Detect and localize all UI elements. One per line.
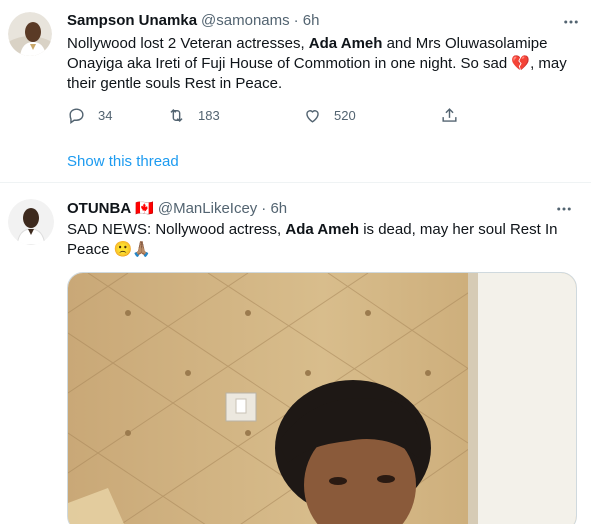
- tweet-text-bold: Ada Ameh: [285, 221, 360, 238]
- tweet-text-part: SAD NEWS: Nollywood actress,: [67, 221, 286, 238]
- retweet-count: 183: [198, 108, 220, 123]
- broken-heart-emoji: 💔: [511, 55, 531, 72]
- author-handle[interactable]: @ManLikeIcey: [158, 200, 257, 217]
- like-icon: [306, 110, 319, 123]
- tweet-text: SAD NEWS: Nollywood actress, Ada Ameh is…: [67, 220, 567, 260]
- reply-button[interactable]: 34: [67, 106, 167, 125]
- more-icon[interactable]: [554, 199, 574, 219]
- tweet-text-part: Nollywood lost 2 Veteran actresses,: [67, 35, 309, 52]
- like-button[interactable]: 520: [303, 106, 440, 125]
- more-icon[interactable]: [561, 12, 581, 32]
- author-name[interactable]: OTUNBA: [67, 200, 131, 217]
- photo-image: [68, 273, 576, 524]
- avatar[interactable]: [8, 12, 52, 56]
- author-handle[interactable]: @samonams: [201, 12, 290, 29]
- avatar-image: [8, 12, 52, 56]
- tweet-time[interactable]: · 6h: [294, 12, 320, 29]
- author-row: Sampson Unamka @samonams · 6h: [67, 12, 320, 29]
- sad-praying-emoji: 🙁🙏🏽: [113, 241, 152, 258]
- retweet-button[interactable]: 183: [167, 106, 303, 125]
- tweet-2[interactable]: OTUNBA 🇨🇦 @ManLikeIcey · 6h SAD NEWS: No…: [0, 183, 591, 524]
- tweet-photo[interactable]: [67, 272, 577, 524]
- like-count: 520: [334, 108, 356, 123]
- tweet-text-bold: Ada Ameh: [308, 35, 383, 52]
- reply-count: 34: [98, 108, 113, 123]
- share-button[interactable]: [440, 106, 459, 125]
- reply-icon: [69, 108, 84, 125]
- author-name[interactable]: Sampson Unamka: [67, 12, 197, 29]
- tweet-text: Nollywood lost 2 Veteran actresses, Ada …: [67, 34, 567, 94]
- show-thread-link[interactable]: Show this thread: [67, 153, 179, 170]
- tweet-time[interactable]: · 6h: [261, 200, 287, 217]
- tweet-actions: 34 183 520: [67, 106, 459, 125]
- avatar-image: [8, 199, 54, 245]
- author-row: OTUNBA 🇨🇦 @ManLikeIcey · 6h: [67, 199, 287, 218]
- canada-flag-emoji: 🇨🇦: [135, 200, 154, 217]
- share-icon: [442, 108, 457, 122]
- tweet-1[interactable]: Sampson Unamka @samonams · 6h Nollywood …: [0, 0, 591, 182]
- avatar[interactable]: [8, 199, 54, 245]
- retweet-icon: [170, 108, 183, 123]
